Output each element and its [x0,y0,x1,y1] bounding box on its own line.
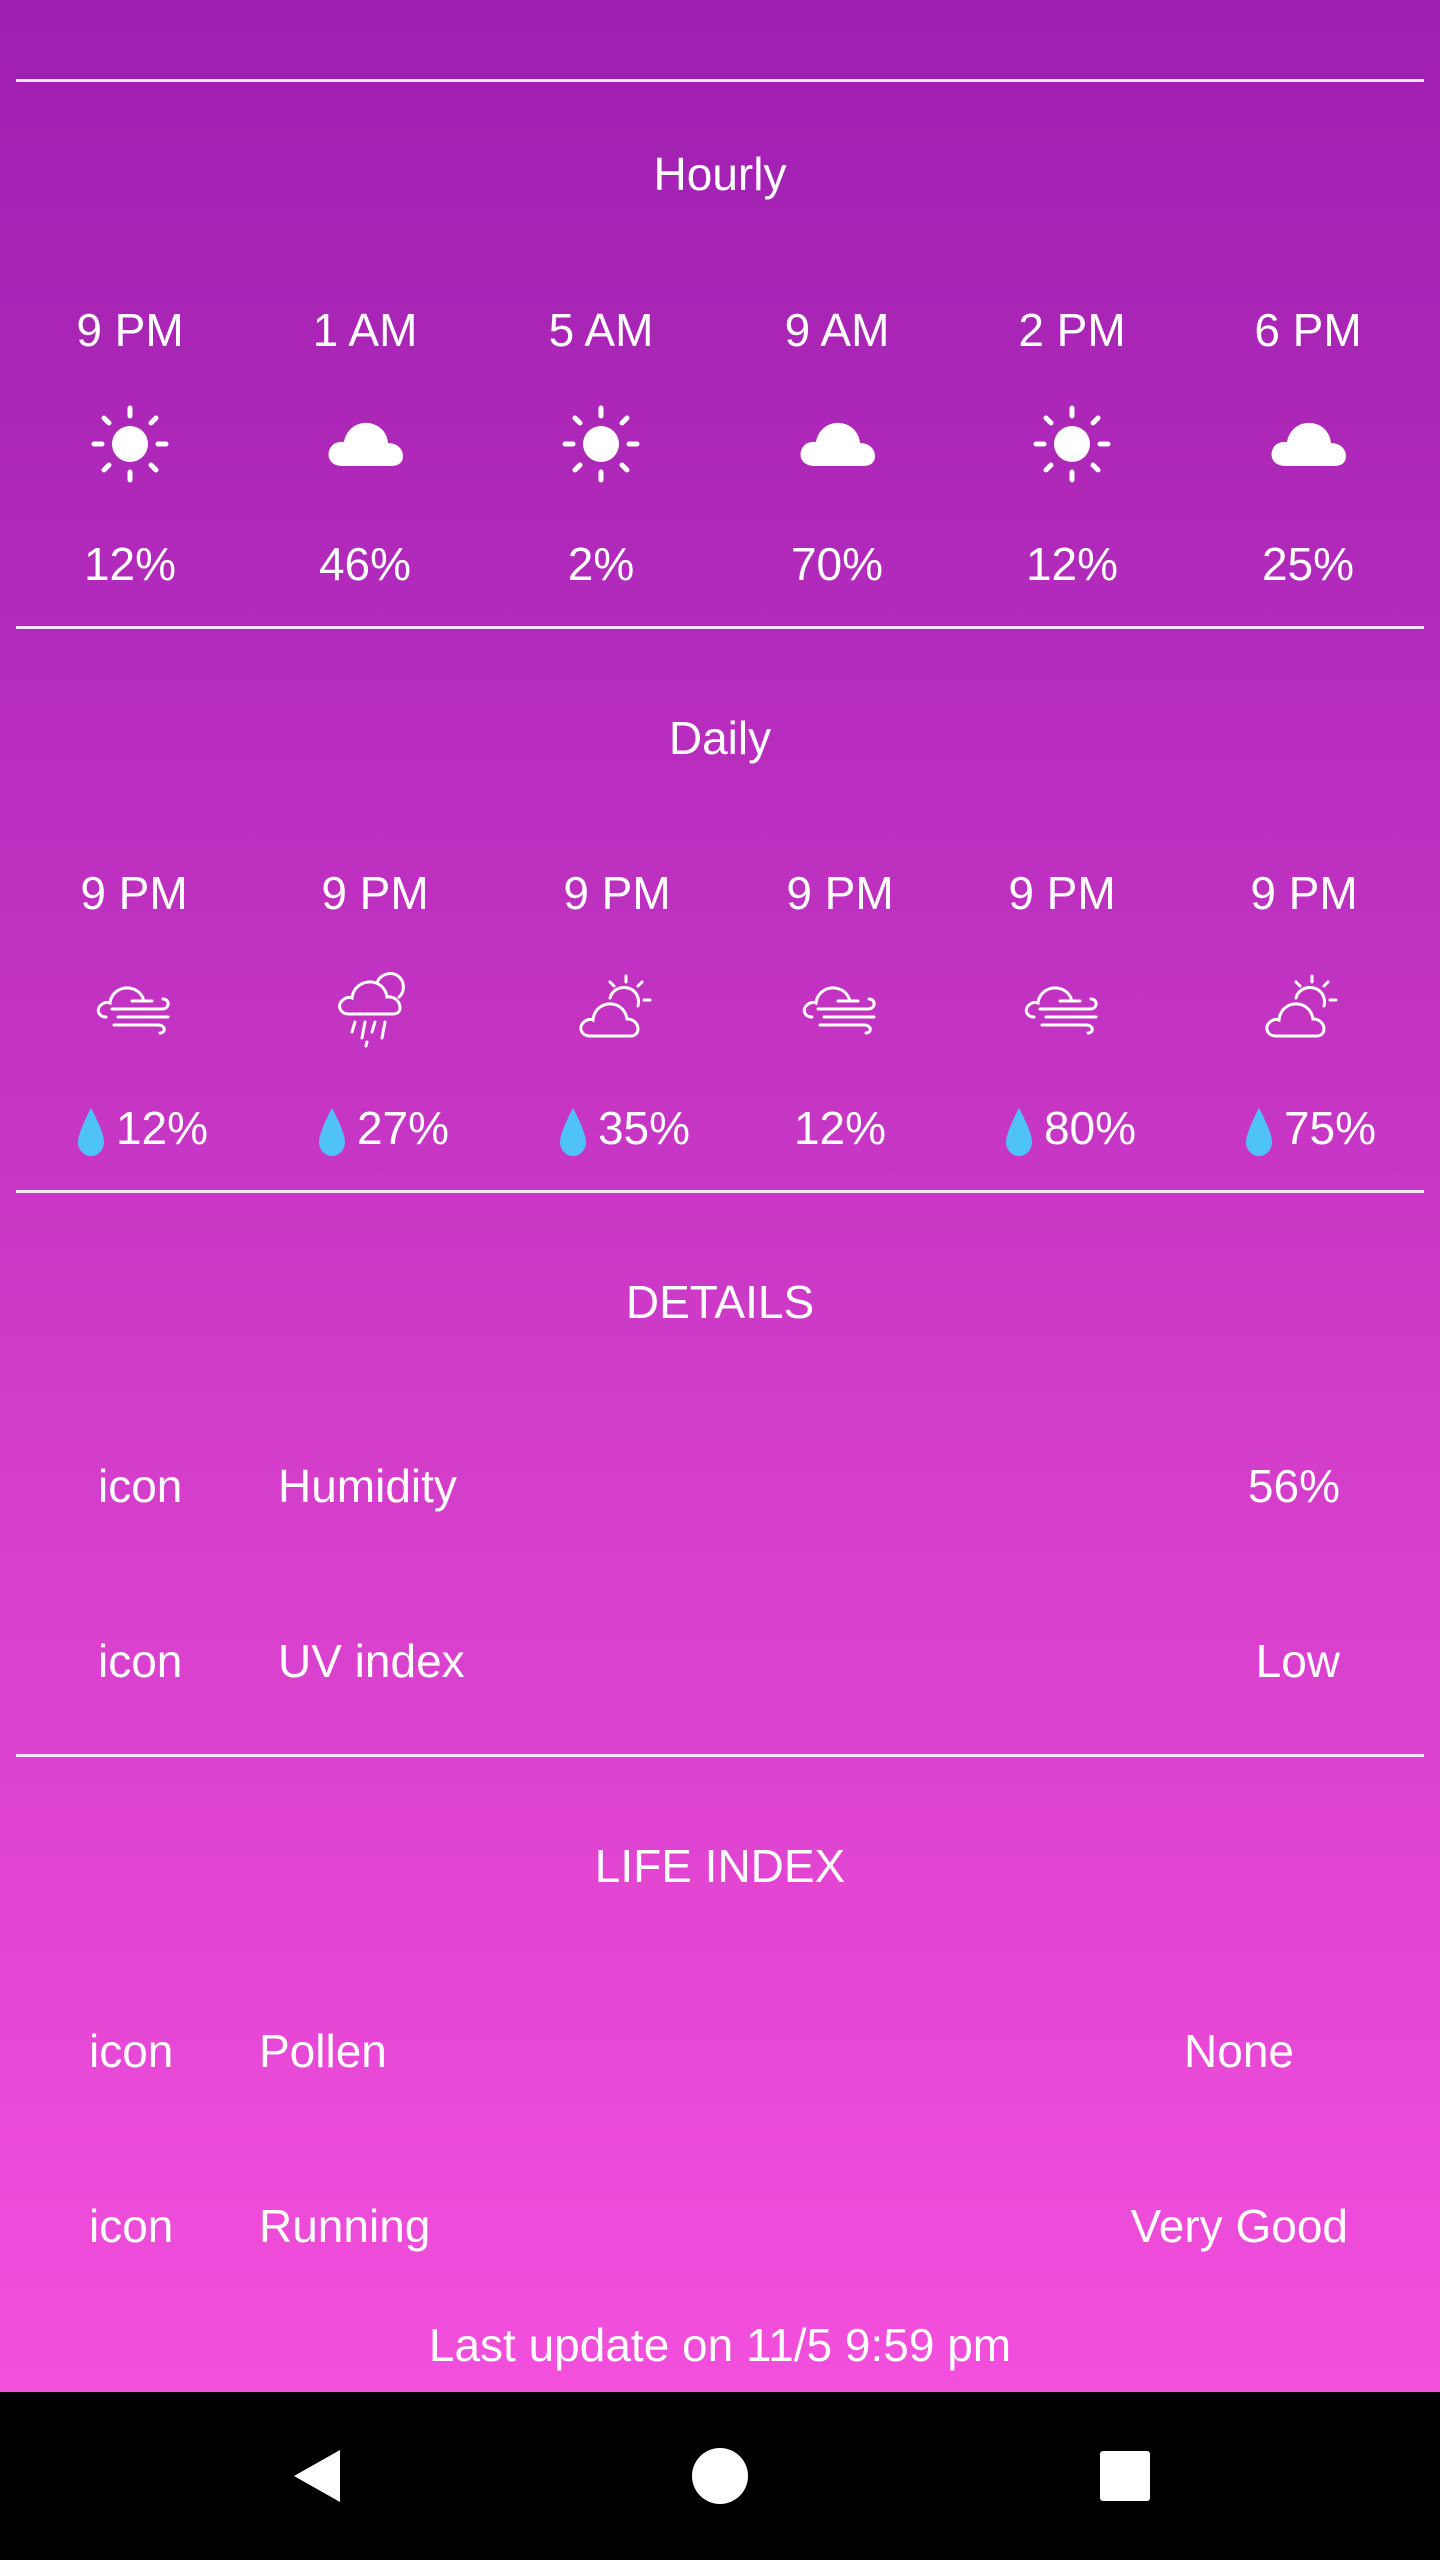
hourly-precip: 12% [83,538,177,590]
hourly-precip: 12% [1025,538,1119,590]
hourly-precip: 25% [1261,538,1355,590]
divider-details [16,1754,1424,1757]
cloud-icon [800,422,875,466]
raindrop-icon [1245,1107,1272,1156]
hourly-item: 6 PM [1198,300,1418,360]
daily-precip-value: 75% [1283,1102,1377,1154]
home-button[interactable] [650,2392,790,2560]
daily-precip: 35% [514,1098,734,1158]
rain-cloud-icon [338,972,405,1048]
daily-precip: 12% [730,1098,950,1158]
life-index-icon-placeholder: icon [89,2200,174,2252]
hourly-time: 9 PM [76,304,184,356]
daily-time: 9 PM [563,867,671,919]
detail-value: 56% [1247,1460,1340,1512]
daily-precip-value: 27% [356,1102,450,1154]
hourly-item: 1 AM [255,300,475,360]
detail-label: UV index [278,1635,465,1687]
daily-time: 9 PM [786,867,894,919]
raindrop-icon [77,1107,104,1156]
hourly-precip: 70% [790,538,884,590]
sun-icon [91,405,169,483]
raindrop-icon [1005,1107,1032,1156]
details-title: DETAILS [625,1276,815,1328]
life-index-icon-placeholder: icon [89,2025,174,2077]
daily-precip-value: 80% [1043,1102,1137,1154]
daily-precip: 27% [273,1098,493,1158]
life-index-title: LIFE INDEX [594,1840,846,1892]
hourly-item: 5 AM [491,300,711,360]
sun-icon [1033,405,1111,483]
daily-time: 9 PM [1250,867,1358,919]
life-index-value: Very Good [1130,2200,1348,2252]
hourly-precip: 2% [567,538,635,590]
back-button[interactable] [246,2392,386,2560]
hourly-title: Hourly [653,148,787,200]
raindrop-icon [318,1107,345,1156]
hourly-time: 6 PM [1254,304,1362,356]
daily-precip: 80% [960,1098,1180,1158]
windy-cloud-icon [96,986,170,1035]
daily-time: 9 PM [80,867,188,919]
cloud-icon [328,422,403,466]
daily-title: Daily [668,712,772,764]
system-navigation-bar [0,2392,1440,2560]
daily-precip-value: 12% [115,1102,209,1154]
detail-icon-placeholder: icon [98,1460,183,1512]
life-index-row-running: icon Running Very Good [0,2186,1440,2266]
daily-time: 9 PM [321,867,429,919]
back-icon [294,2450,340,2502]
home-icon [692,2448,748,2504]
daily-precip: 75% [1200,1098,1420,1158]
life-index-row-pollen: icon Pollen None [0,2011,1440,2091]
detail-row-uv-index: icon UV index Low [0,1621,1440,1701]
detail-value: Low [1255,1635,1340,1687]
detail-icon-placeholder: icon [98,1635,183,1687]
detail-row-humidity: icon Humidity 56% [0,1446,1440,1526]
recents-icon [1100,2451,1150,2501]
life-index-label: Running [259,2200,431,2252]
hourly-time: 1 AM [312,304,418,356]
windy-cloud-icon [802,986,876,1035]
detail-label: Humidity [278,1460,457,1512]
hourly-time: 5 AM [548,304,654,356]
cloud-icon [1271,422,1346,466]
divider-top [16,79,1424,82]
daily-time: 9 PM [1008,867,1116,919]
hourly-item: 9 AM [727,300,947,360]
daily-precip-value: 12% [793,1102,887,1154]
daily-precip: 12% [32,1098,252,1158]
raindrop-icon [559,1107,586,1156]
sun-icon [562,405,640,483]
hourly-time: 2 PM [1018,304,1126,356]
divider-daily [16,1190,1424,1193]
partly-cloudy-icon [579,974,652,1038]
hourly-item: 9 PM [20,300,240,360]
hourly-precip: 46% [318,538,412,590]
hourly-time: 9 AM [784,304,890,356]
partly-cloudy-icon [1265,974,1338,1038]
life-index-label: Pollen [259,2025,387,2077]
divider-hourly [16,626,1424,629]
life-index-value: None [1184,2025,1294,2077]
daily-precip-value: 35% [597,1102,691,1154]
hourly-item: 2 PM [962,300,1182,360]
last-update-text: Last update on 11/5 9:59 pm [428,2319,1012,2371]
recents-button[interactable] [1055,2392,1195,2560]
windy-cloud-icon [1024,986,1098,1035]
